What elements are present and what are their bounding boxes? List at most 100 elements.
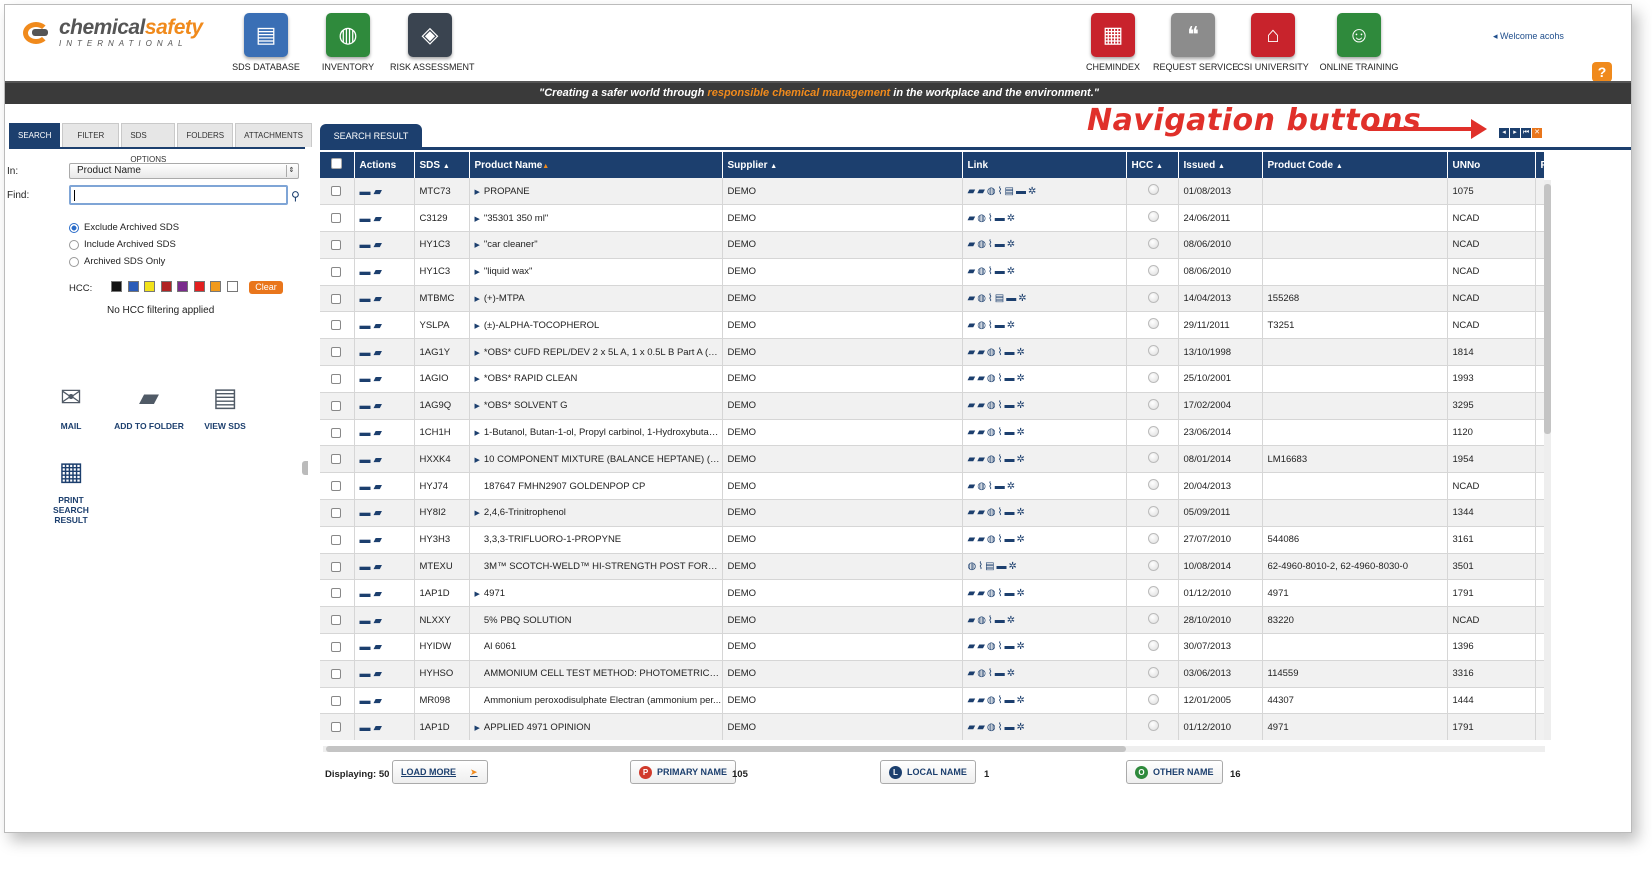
- row-checkbox[interactable]: [320, 338, 355, 367]
- row-actions[interactable]: ▬▰: [354, 178, 415, 206]
- other-name-button[interactable]: O OTHER NAME: [1126, 760, 1223, 784]
- cell-sds[interactable]: HYHSO: [414, 660, 470, 688]
- table-row[interactable]: ▬▰ HY8I2 ▶ 2,4,6-Trinitrophenol DEMO ▰▰◍⌇▬✲ 05…: [320, 499, 1544, 527]
- nav-request-service[interactable]: ❝ REQUEST SERVICE: [1153, 13, 1238, 72]
- cell-product-name[interactable]: ▶AMMONIUM CELL TEST METHOD: PHOTOMETRIC …: [469, 660, 723, 688]
- print-ship-icon[interactable]: ▬▰: [360, 347, 385, 359]
- table-row[interactable]: ▬▰ C3129 ▶ "35301 350 ml" DEMO ▰◍⌇▬✲ 24/06/201…: [320, 204, 1544, 233]
- vertical-scrollbar[interactable]: [1544, 180, 1551, 740]
- link-icons[interactable]: ▰▰◍⌇▬✲: [968, 400, 1027, 411]
- nav-inventory[interactable]: ◍ INVENTORY: [308, 13, 388, 72]
- hcc-swatch[interactable]: [144, 281, 155, 292]
- cell-product-name[interactable]: ▶ *OBS* RAPID CLEAN: [469, 365, 723, 393]
- cell-link[interactable]: ▰◍⌇▬✲: [962, 660, 1127, 688]
- cell-product-name[interactable]: ▶ 2,4,6-Trinitrophenol: [469, 499, 723, 527]
- row-checkbox[interactable]: [320, 258, 355, 286]
- row-checkbox[interactable]: [320, 713, 355, 740]
- link-icons[interactable]: ▰▰◍⌇▬✲: [968, 695, 1027, 706]
- row-actions[interactable]: ▬▰: [354, 472, 415, 501]
- table-row[interactable]: ▬▰ 1CH1H ▶ 1-Butanol, Butan-1-ol, Propyl ca…: [320, 419, 1544, 447]
- col-unno[interactable]: UNNo: [1447, 152, 1536, 178]
- table-row[interactable]: ▬▰ 1AGIO ▶ *OBS* RAPID CLEAN DEMO ▰▰◍⌇▬✲ 25/10…: [320, 365, 1544, 393]
- row-actions[interactable]: ▬▰: [354, 285, 415, 313]
- print-ship-icon[interactable]: ▬▰: [360, 641, 385, 653]
- tab-sds-options[interactable]: SDS OPTIONS: [121, 123, 176, 164]
- cell-sds[interactable]: YSLPA: [414, 311, 470, 340]
- row-actions[interactable]: ▬▰: [354, 338, 415, 367]
- print-ship-icon[interactable]: ▬▰: [360, 534, 385, 546]
- row-actions[interactable]: ▬▰: [354, 553, 415, 581]
- expand-triangle-icon[interactable]: ▶: [475, 323, 480, 330]
- row-actions[interactable]: ▬▰: [354, 713, 415, 740]
- cell-link[interactable]: ▰▰◍⌇▬✲: [962, 445, 1127, 474]
- help-button[interactable]: ?: [1592, 62, 1612, 82]
- col-product-code[interactable]: Product Code ▲: [1262, 152, 1448, 178]
- row-checkbox[interactable]: [320, 285, 355, 313]
- print-ship-icon[interactable]: ▬▰: [360, 186, 385, 198]
- cell-product-name[interactable]: ▶ "car cleaner": [469, 231, 723, 259]
- row-checkbox[interactable]: [320, 365, 355, 393]
- table-row[interactable]: ▬▰ MTEXU▶3M™ SCOTCH-WELD™ HI-STRENGTH POS…: [320, 553, 1544, 581]
- horizontal-scrollbar[interactable]: [323, 746, 1545, 752]
- row-actions[interactable]: ▬▰: [354, 633, 415, 661]
- cell-link[interactable]: ▰◍⌇▤▬✲: [962, 285, 1127, 313]
- cell-product-name[interactable]: ▶ APPLIED 4971 OPINION: [469, 713, 723, 740]
- table-row[interactable]: ▬▰ MR098▶Ammonium peroxodisulphate Electr…: [320, 687, 1544, 715]
- cell-sds[interactable]: HXXK4: [414, 445, 470, 474]
- nav-sds-database[interactable]: ▤ SDS DATABASE: [226, 13, 306, 72]
- row-checkbox[interactable]: [320, 204, 355, 233]
- row-checkbox[interactable]: [320, 419, 355, 447]
- row-actions[interactable]: ▬▰: [354, 606, 415, 635]
- print-ship-icon[interactable]: ▬▰: [360, 266, 385, 278]
- cell-link[interactable]: ▰▰◍⌇▬✲: [962, 392, 1127, 420]
- nav-online-training[interactable]: ☺ ONLINE TRAINING: [1319, 13, 1399, 72]
- expand-triangle-icon[interactable]: ▶: [475, 242, 480, 249]
- row-actions[interactable]: ▬▰: [354, 258, 415, 286]
- col-product-name[interactable]: Product Name▲: [469, 152, 723, 178]
- expand-triangle-icon[interactable]: ▶: [475, 216, 480, 223]
- hcc-swatch[interactable]: [177, 281, 188, 292]
- row-actions[interactable]: ▬▰: [354, 311, 415, 340]
- table-row[interactable]: ▬▰ 1AG1Y ▶ *OBS* CUFD REPL/DEV 2 x 5L A, 1 …: [320, 338, 1544, 367]
- link-icons[interactable]: ▰◍⌇▤▬✲: [968, 293, 1029, 304]
- cell-link[interactable]: ▰▰◍⌇▬✲: [962, 633, 1127, 661]
- print-ship-icon[interactable]: ▬▰: [360, 722, 385, 734]
- cell-link[interactable]: ▰▰◍⌇▬✲: [962, 579, 1127, 608]
- col-sds[interactable]: SDS ▲: [414, 152, 470, 178]
- cell-link[interactable]: ▰▰◍⌇▬✲: [962, 365, 1127, 393]
- tab-filter[interactable]: FILTER: [62, 123, 120, 147]
- expand-triangle-icon[interactable]: ▶: [475, 189, 480, 196]
- link-icons[interactable]: ▰▰◍⌇▬✲: [968, 641, 1027, 652]
- cell-link[interactable]: ▰▰◍⌇▬✲: [962, 419, 1127, 447]
- cell-sds[interactable]: MTEXU: [414, 553, 470, 581]
- table-row[interactable]: ▬▰ YSLPA ▶ (±)-ALPHA-TOCOPHEROL DEMO ▰◍⌇▬✲ 29/…: [320, 311, 1544, 340]
- row-checkbox[interactable]: [320, 579, 355, 608]
- cell-product-name[interactable]: ▶Al 6061: [469, 633, 723, 661]
- link-icons[interactable]: ▰▰◍⌇▬✲: [968, 454, 1027, 465]
- row-checkbox[interactable]: [320, 633, 355, 661]
- cell-product-name[interactable]: ▶ 1-Butanol, Butan-1-ol, Propyl carbinol,…: [469, 419, 723, 447]
- cell-sds[interactable]: MTC73: [414, 178, 470, 206]
- cell-link[interactable]: ▰◍⌇▬✲: [962, 231, 1127, 259]
- cell-link[interactable]: ▰▰◍⌇▬✲: [962, 526, 1127, 554]
- row-actions[interactable]: ▬▰: [354, 419, 415, 447]
- radio-exclude-archived[interactable]: Exclude Archived SDS: [69, 222, 179, 233]
- cell-product-name[interactable]: ▶ 10 COMPONENT MIXTURE (BALANCE HEPTANE) …: [469, 445, 723, 474]
- row-checkbox[interactable]: [320, 660, 355, 688]
- row-checkbox[interactable]: [320, 553, 355, 581]
- cell-sds[interactable]: 1AG1Y: [414, 338, 470, 367]
- cell-sds[interactable]: MR098: [414, 687, 470, 715]
- view-sds-action[interactable]: ▤ VIEW SDS: [185, 381, 265, 432]
- expand-triangle-icon[interactable]: ▶: [475, 269, 480, 276]
- hcc-swatch[interactable]: [127, 281, 139, 292]
- clear-hcc-button[interactable]: Clear: [249, 281, 283, 294]
- tab-folders[interactable]: FOLDERS: [177, 123, 234, 147]
- row-actions[interactable]: ▬▰: [354, 660, 415, 688]
- link-icons[interactable]: ◍⌇▤▬✲: [968, 561, 1019, 572]
- expand-triangle-icon[interactable]: ▶: [475, 725, 480, 732]
- find-input[interactable]: [69, 185, 288, 205]
- link-icons[interactable]: ▰▰◍⌇▬✲: [968, 588, 1027, 599]
- cell-link[interactable]: ▰◍⌇▬✲: [962, 204, 1127, 233]
- row-actions[interactable]: ▬▰: [354, 231, 415, 259]
- scroll-thumb[interactable]: [1544, 184, 1551, 434]
